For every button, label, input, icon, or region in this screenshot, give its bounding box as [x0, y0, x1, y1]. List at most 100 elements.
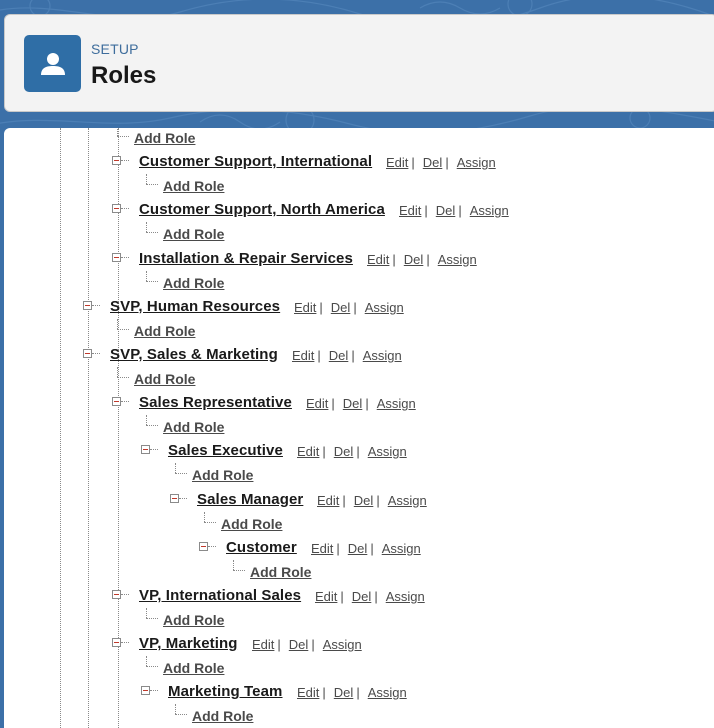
tree-connector [146, 270, 147, 281]
add-role-link[interactable]: Add Role [250, 564, 311, 580]
role-name-link[interactable]: SVP, Human Resources [110, 298, 280, 315]
delete-link[interactable]: Del [334, 444, 354, 459]
tree-connector [175, 473, 187, 475]
assign-link[interactable]: Assign [457, 155, 496, 170]
delete-link[interactable]: Del [329, 348, 349, 363]
delete-link[interactable]: Del [436, 203, 456, 218]
role-name-link[interactable]: Customer Support, North America [139, 201, 385, 218]
edit-link[interactable]: Edit [297, 444, 319, 459]
add-role-link[interactable]: Add Role [192, 467, 253, 483]
edit-link[interactable]: Edit [252, 637, 274, 652]
delete-link[interactable]: Del [289, 637, 309, 652]
role-name-link[interactable]: Sales Manager [197, 491, 303, 508]
tree-guide-line [60, 128, 61, 728]
assign-link[interactable]: Assign [388, 493, 427, 508]
action-separator: | [331, 396, 335, 412]
delete-link[interactable]: Del [348, 541, 368, 556]
add-role-link[interactable]: Add Role [134, 371, 195, 387]
edit-link[interactable]: Edit [367, 252, 389, 267]
role-name-link[interactable]: VP, Marketing [139, 635, 238, 652]
edit-link[interactable]: Edit [292, 348, 314, 363]
add-role-link[interactable]: Add Role [163, 612, 224, 628]
tree-connector [146, 618, 158, 619]
assign-link[interactable]: Assign [470, 203, 509, 218]
add-role-link[interactable]: Add Role [192, 708, 253, 724]
add-role-link[interactable]: Add Role [163, 419, 224, 435]
tree-connector [117, 136, 129, 137]
assign-link[interactable]: Assign [386, 589, 425, 604]
tree-connector [146, 666, 158, 668]
tree-connector [175, 463, 176, 474]
edit-link[interactable]: Edit [399, 203, 421, 218]
add-role-link[interactable]: Add Role [134, 323, 195, 339]
assign-link[interactable]: Assign [323, 637, 362, 652]
role-name-link[interactable]: Customer Support, International [139, 153, 372, 170]
role-name-link[interactable]: Customer [226, 539, 297, 556]
role-actions: Edit | Del | Assign [311, 541, 421, 556]
tree-connector [121, 160, 129, 162]
collapse-toggle-icon[interactable] [112, 397, 121, 407]
tree-connector [179, 497, 187, 499]
assign-link[interactable]: Assign [382, 541, 421, 556]
collapse-toggle-icon[interactable] [112, 252, 121, 262]
edit-link[interactable]: Edit [386, 155, 408, 170]
collapse-toggle-icon[interactable] [112, 204, 121, 214]
collapse-toggle-icon[interactable] [83, 348, 92, 358]
collapse-toggle-icon[interactable] [141, 686, 150, 696]
edit-link[interactable]: Edit [294, 300, 316, 315]
collapse-toggle-icon[interactable] [83, 300, 92, 310]
action-separator: | [342, 492, 346, 508]
collapse-toggle-icon[interactable] [112, 156, 121, 166]
delete-link[interactable]: Del [343, 396, 363, 411]
tree-connector [146, 415, 147, 426]
action-separator: | [424, 203, 428, 219]
add-role-link[interactable]: Add Role [134, 130, 195, 146]
role-actions: Edit | Del | Assign [386, 155, 496, 170]
action-separator: | [374, 588, 378, 604]
assign-link[interactable]: Assign [438, 252, 477, 267]
role-name-link[interactable]: VP, International Sales [139, 587, 301, 604]
action-separator: | [370, 540, 374, 556]
tree-connector [117, 128, 118, 136]
edit-link[interactable]: Edit [315, 589, 337, 604]
edit-link[interactable]: Edit [317, 493, 339, 508]
assign-link[interactable]: Assign [365, 300, 404, 315]
tree-connector [146, 184, 158, 186]
tree-connector [146, 174, 147, 185]
edit-link[interactable]: Edit [297, 685, 319, 700]
role-name-link[interactable]: Sales Executive [168, 442, 283, 459]
action-separator: | [322, 444, 326, 460]
delete-link[interactable]: Del [331, 300, 351, 315]
tree-connector [117, 367, 118, 377]
role-name-link[interactable]: Installation & Repair Services [139, 250, 353, 267]
role-name-link[interactable]: Sales Representative [139, 394, 292, 411]
add-role-link[interactable]: Add Role [163, 660, 224, 676]
add-role-link[interactable]: Add Role [163, 226, 224, 242]
add-role-link[interactable]: Add Role [163, 178, 224, 194]
collapse-toggle-icon[interactable] [112, 638, 121, 648]
tree-connector [150, 690, 158, 692]
delete-link[interactable]: Del [404, 252, 424, 267]
delete-link[interactable]: Del [334, 685, 354, 700]
assign-link[interactable]: Assign [368, 685, 407, 700]
assign-link[interactable]: Assign [368, 444, 407, 459]
role-actions: Edit | Del | Assign [292, 348, 402, 363]
edit-link[interactable]: Edit [306, 396, 328, 411]
delete-link[interactable]: Del [354, 493, 374, 508]
action-separator: | [356, 444, 360, 460]
delete-link[interactable]: Del [352, 589, 372, 604]
delete-link[interactable]: Del [423, 155, 443, 170]
add-role-link[interactable]: Add Role [221, 516, 282, 532]
assign-link[interactable]: Assign [377, 396, 416, 411]
edit-link[interactable]: Edit [311, 541, 333, 556]
action-separator: | [411, 155, 415, 171]
collapse-toggle-icon[interactable] [170, 493, 179, 503]
add-role-link[interactable]: Add Role [163, 275, 224, 291]
role-name-link[interactable]: SVP, Sales & Marketing [110, 346, 278, 363]
collapse-toggle-icon[interactable] [141, 445, 150, 455]
tree-connector [146, 280, 158, 282]
collapse-toggle-icon[interactable] [199, 541, 208, 551]
assign-link[interactable]: Assign [363, 348, 402, 363]
role-name-link[interactable]: Marketing Team [168, 683, 283, 700]
collapse-toggle-icon[interactable] [112, 589, 121, 599]
